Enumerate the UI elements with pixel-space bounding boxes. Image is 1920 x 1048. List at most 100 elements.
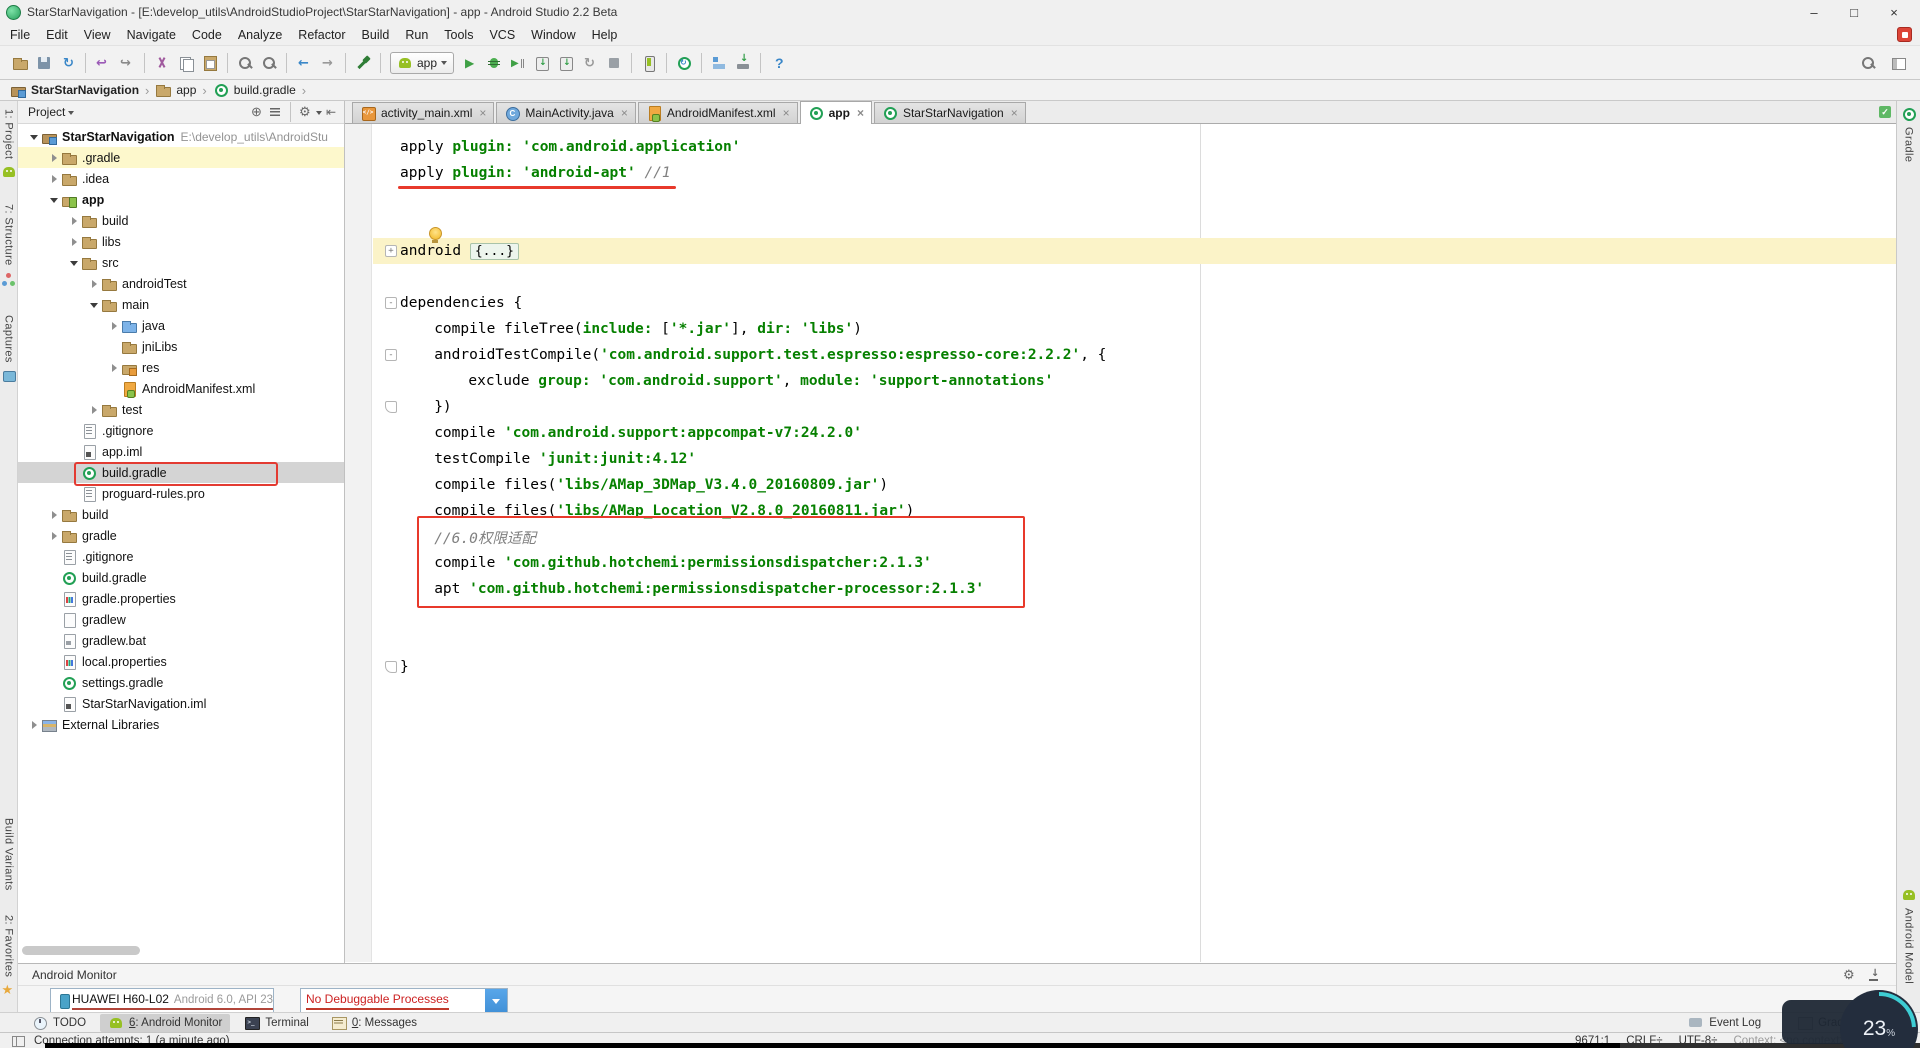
stop-button[interactable] bbox=[602, 51, 626, 75]
search-button[interactable] bbox=[1856, 51, 1880, 75]
chevron-down-icon[interactable] bbox=[68, 110, 75, 118]
code-line-20[interactable]: } bbox=[345, 654, 1896, 680]
code-line-3[interactable] bbox=[345, 212, 1896, 238]
tree-item-androidtest[interactable]: androidTest bbox=[18, 273, 344, 294]
menu-refactor[interactable]: Refactor bbox=[290, 26, 353, 44]
tree-item-gradle-properties[interactable]: gradle.properties bbox=[18, 588, 344, 609]
undo-button[interactable] bbox=[91, 51, 115, 75]
toolwindow-button-event-log[interactable]: Event Log bbox=[1680, 1014, 1769, 1032]
tree-expand-arrow-icon[interactable] bbox=[67, 217, 81, 225]
replace-button[interactable] bbox=[257, 51, 281, 75]
process-select[interactable]: No Debuggable Processes bbox=[300, 988, 508, 1014]
toolwindow-button-terminal[interactable]: Terminal bbox=[236, 1014, 316, 1032]
tree-item-gradle[interactable]: gradle bbox=[18, 525, 344, 546]
tree-item-build[interactable]: build bbox=[18, 504, 344, 525]
code-line-6[interactable]: - dependencies { bbox=[345, 290, 1896, 316]
gear-icon[interactable] bbox=[1842, 967, 1858, 983]
menu-build[interactable]: Build bbox=[354, 26, 398, 44]
cut-button[interactable] bbox=[150, 51, 174, 75]
hammer-button[interactable] bbox=[351, 51, 375, 75]
menu-help[interactable]: Help bbox=[584, 26, 626, 44]
tree-item-build-gradle[interactable]: build.gradle bbox=[18, 567, 344, 588]
code-line-5[interactable] bbox=[345, 264, 1896, 290]
tree-expand-arrow-icon[interactable] bbox=[67, 238, 81, 246]
tree-item-gitignore[interactable]: .gitignore bbox=[18, 546, 344, 567]
tree-expand-arrow-icon[interactable] bbox=[47, 175, 61, 183]
forward-button[interactable] bbox=[316, 51, 340, 75]
close-icon[interactable]: × bbox=[1011, 106, 1018, 120]
dropdown-button[interactable] bbox=[485, 989, 507, 1013]
debug-button[interactable] bbox=[482, 51, 506, 75]
tree-expand-arrow-icon[interactable] bbox=[27, 721, 41, 729]
menu-file[interactable]: File bbox=[2, 26, 38, 44]
panels-button[interactable] bbox=[1886, 51, 1910, 75]
run-config-select[interactable]: app bbox=[390, 51, 455, 74]
tab-app[interactable]: app × bbox=[799, 101, 872, 124]
menu-window[interactable]: Window bbox=[523, 26, 583, 44]
tree-item-gradle[interactable]: .gradle bbox=[18, 147, 344, 168]
menu-analyze[interactable]: Analyze bbox=[230, 26, 290, 44]
strip-tab-7-structure[interactable]: 7: Structure bbox=[1, 204, 17, 287]
close-icon[interactable]: × bbox=[857, 106, 864, 120]
paste-button[interactable] bbox=[198, 51, 222, 75]
tree-item-gradlew-bat[interactable]: gradlew.bat bbox=[18, 630, 344, 651]
menu-code[interactable]: Code bbox=[184, 26, 230, 44]
tree-expand-arrow-icon[interactable] bbox=[87, 406, 101, 414]
tree-item-proguard-rules-pro[interactable]: proguard-rules.pro bbox=[18, 483, 344, 504]
strip-tab-gradle[interactable]: Gradle bbox=[1901, 106, 1917, 162]
breadcrumb-item-app[interactable]: app bbox=[155, 82, 196, 98]
save-button[interactable] bbox=[32, 51, 56, 75]
coverage-button[interactable] bbox=[506, 51, 530, 75]
locate-icon[interactable] bbox=[249, 104, 265, 120]
fold-marker-icon[interactable] bbox=[385, 661, 397, 673]
breadcrumb-item-build-gradle[interactable]: build.gradle bbox=[213, 82, 296, 98]
code-line-11[interactable]: compile 'com.android.support:appcompat-v… bbox=[345, 420, 1896, 446]
code-line-4[interactable]: + android {...} bbox=[345, 238, 1896, 264]
strip-tab-captures[interactable]: Captures bbox=[1, 315, 17, 384]
tree-expand-arrow-icon[interactable] bbox=[107, 364, 121, 372]
close-icon[interactable]: × bbox=[783, 106, 790, 120]
tab-starstarnavigation[interactable]: StarStarNavigation × bbox=[873, 102, 1026, 123]
menu-vcs[interactable]: VCS bbox=[481, 26, 523, 44]
code-editor[interactable]: apply plugin: 'com.android.application' a… bbox=[345, 124, 1896, 962]
tree-expand-arrow-icon[interactable] bbox=[47, 154, 61, 162]
run-button[interactable] bbox=[458, 51, 482, 75]
redo-button[interactable] bbox=[115, 51, 139, 75]
close-icon[interactable]: × bbox=[479, 106, 486, 120]
code-line-10[interactable]: }) bbox=[345, 394, 1896, 420]
maximize-button[interactable]: □ bbox=[1834, 0, 1874, 24]
tree-item-idea[interactable]: .idea bbox=[18, 168, 344, 189]
code-line-12[interactable]: testCompile 'junit:junit:4.12' bbox=[345, 446, 1896, 472]
menu-run[interactable]: Run bbox=[397, 26, 436, 44]
profile-button[interactable] bbox=[530, 51, 554, 75]
strip-tab-build-variants[interactable]: Build Variants bbox=[3, 818, 15, 891]
fold-marker-icon[interactable] bbox=[385, 401, 397, 413]
tree-item-main[interactable]: main bbox=[18, 294, 344, 315]
toolwindow-button-0-messages[interactable]: 0: Messages bbox=[323, 1014, 425, 1032]
code-line-2[interactable] bbox=[345, 186, 1896, 212]
tab-activity-main-xml[interactable]: activity_main.xml × bbox=[352, 102, 495, 123]
menu-view[interactable]: View bbox=[76, 26, 119, 44]
collapse-all-icon[interactable] bbox=[267, 104, 283, 120]
structure-button[interactable] bbox=[707, 51, 731, 75]
device-select[interactable]: HUAWEI H60-L02 Android 6.0, API 23 bbox=[50, 988, 274, 1014]
battery-percent-overlay[interactable]: 23 % bbox=[1840, 990, 1918, 1048]
inspection-status-icon[interactable] bbox=[1879, 106, 1891, 118]
tree-item-res[interactable]: res bbox=[18, 357, 344, 378]
fold-marker-icon[interactable]: + bbox=[385, 245, 397, 257]
avd-button[interactable] bbox=[637, 51, 661, 75]
tree-expand-arrow-icon[interactable] bbox=[87, 280, 101, 288]
folded-region-chip[interactable]: {...} bbox=[469, 242, 519, 260]
tree-item-external-libraries[interactable]: External Libraries bbox=[18, 714, 344, 735]
close-icon[interactable]: × bbox=[621, 106, 628, 120]
code-line-0[interactable]: apply plugin: 'com.android.application' bbox=[345, 134, 1896, 160]
menu-navigate[interactable]: Navigate bbox=[119, 26, 184, 44]
tree-expand-arrow-icon[interactable] bbox=[47, 532, 61, 540]
gear-icon[interactable] bbox=[298, 104, 314, 120]
tree-item-gitignore[interactable]: .gitignore bbox=[18, 420, 344, 441]
dropdown-button[interactable] bbox=[273, 988, 274, 1014]
tab-androidmanifest-xml[interactable]: AndroidManifest.xml × bbox=[637, 102, 798, 123]
fold-marker-icon[interactable]: - bbox=[385, 349, 397, 361]
tree-item-src[interactable]: src bbox=[18, 252, 344, 273]
tree-item-settings-gradle[interactable]: settings.gradle bbox=[18, 672, 344, 693]
